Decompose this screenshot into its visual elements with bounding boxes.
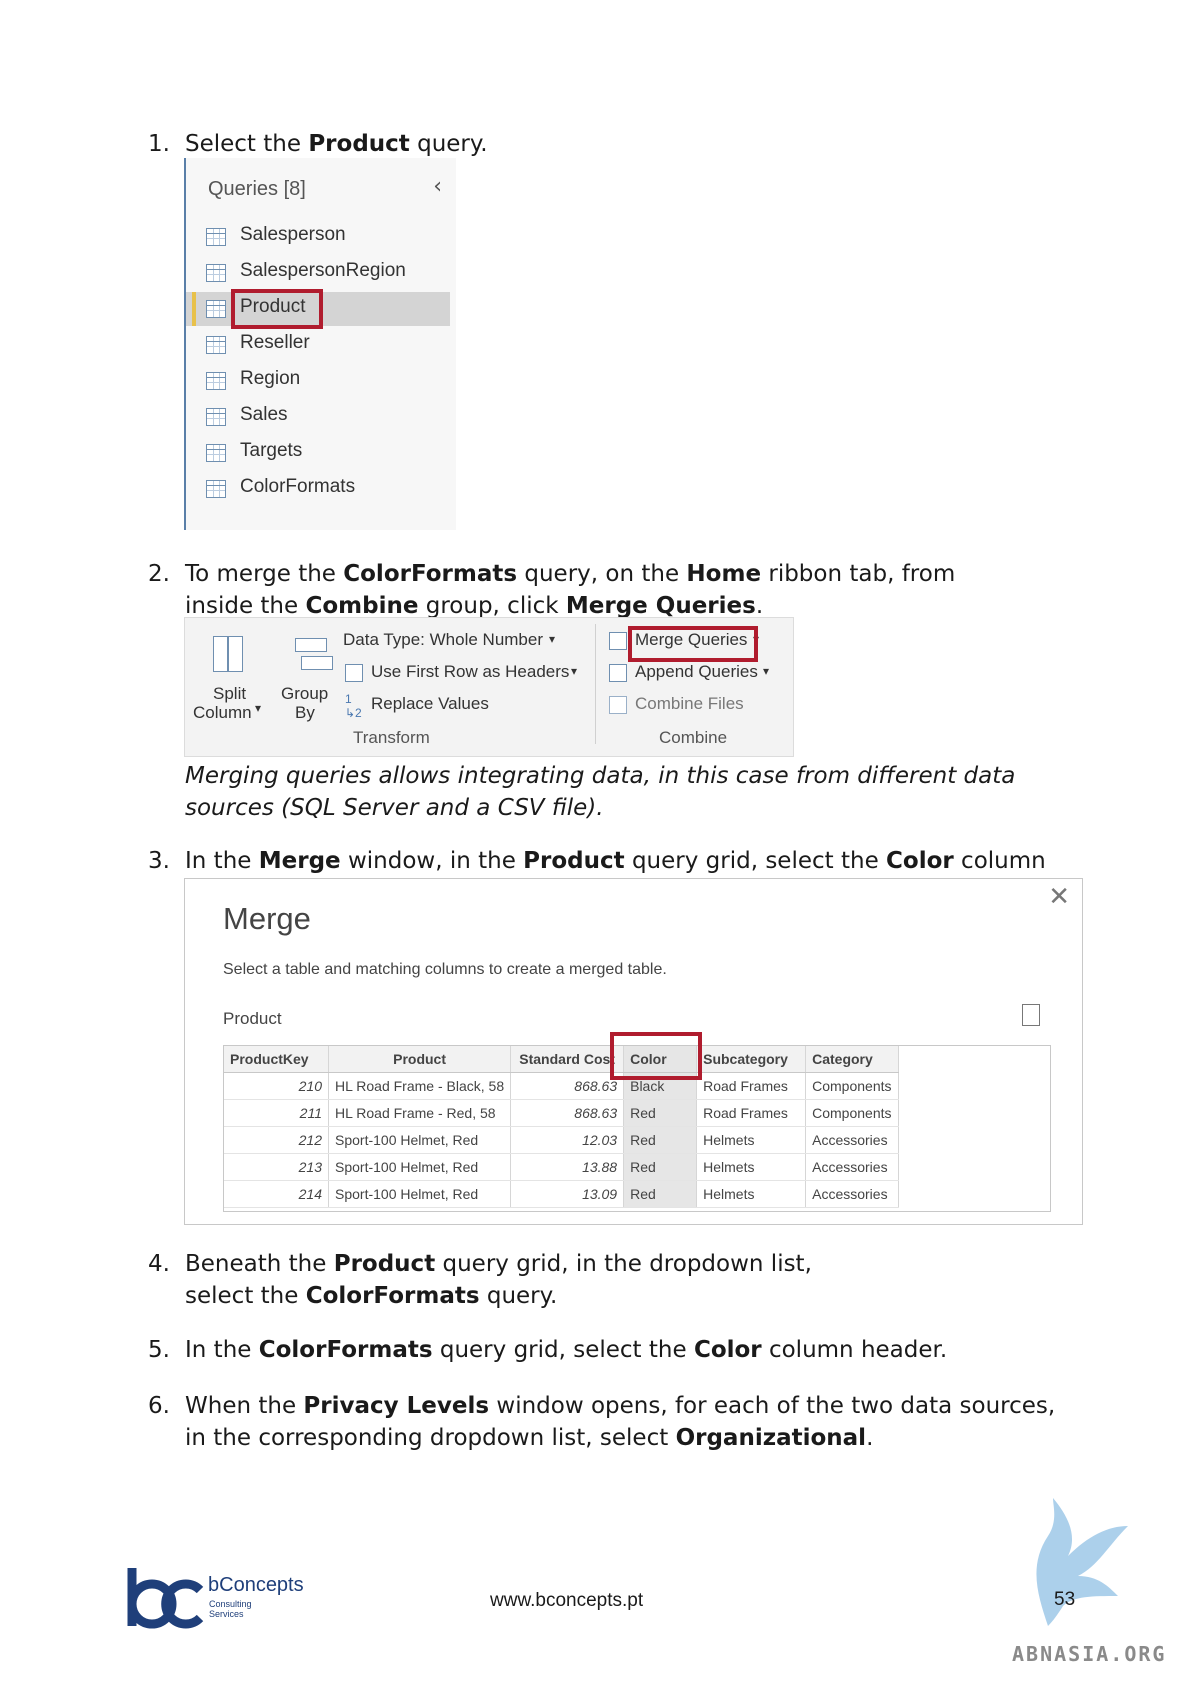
column-header-productkey[interactable]: ProductKey	[224, 1046, 329, 1073]
merge-queries-icon	[609, 632, 627, 650]
column-header-subcategory[interactable]: Subcategory	[696, 1046, 807, 1073]
page-number: 53	[1054, 1589, 1076, 1610]
split-column-button[interactable]: Split Column ▾	[193, 628, 263, 728]
refresh-preview-icon[interactable]	[1022, 1004, 1040, 1026]
group-by-button[interactable]: Group By	[281, 628, 341, 728]
close-icon[interactable]: ✕	[1048, 881, 1070, 912]
table-icon	[206, 300, 226, 318]
append-queries-button[interactable]: Append Queries ▾	[609, 662, 779, 686]
transform-group-label: Transform	[353, 728, 430, 747]
table-headers-icon	[345, 664, 363, 682]
merge-dialog: ✕ Merge Select a table and matching colu…	[184, 878, 1083, 1225]
data-type-dropdown[interactable]: Data Type: Whole Number ▾	[343, 630, 583, 654]
queries-header: Queries [8]	[208, 178, 306, 200]
replace-values-icon: 1 ↳2	[345, 692, 362, 720]
highlight-box	[610, 1032, 702, 1080]
combine-files-button[interactable]: Combine Files	[609, 694, 779, 718]
step-number: 5.	[148, 1337, 170, 1363]
dropdown-arrow-icon: ▾	[763, 664, 770, 678]
split-column-icon	[213, 636, 243, 672]
table-row: 213 Sport-100 Helmet, Red 13.88 Red Helmets A…	[224, 1153, 900, 1181]
table-row: 214 Sport-100 Helmet, Red 13.09 Red Helmets A…	[224, 1180, 900, 1208]
dialog-title: Merge	[223, 901, 311, 936]
replace-values-button[interactable]: 1 ↳2 Replace Values	[345, 692, 585, 720]
query-item[interactable]: Salesperson	[186, 220, 450, 254]
step-text: Beneath the Product query grid, in the d…	[185, 1251, 812, 1309]
column-header-category[interactable]: Category	[805, 1046, 900, 1073]
bconcepts-logo	[127, 1568, 204, 1629]
query-item[interactable]: Targets	[186, 436, 450, 470]
dragon-watermark-icon	[1036, 1498, 1128, 1626]
table-row: 210 HL Road Frame - Black, 58 868.63 Black R…	[224, 1072, 900, 1100]
dialog-subtitle: Select a table and matching columns to c…	[223, 961, 667, 978]
step-number: 3.	[148, 848, 170, 874]
step-number: 1.	[148, 131, 170, 157]
queries-pane: Queries [8] ‹ Salesperson SalespersonReg…	[184, 158, 456, 530]
watermark-text: ABNASIA.ORG	[1012, 1642, 1167, 1666]
table-icon	[206, 228, 226, 246]
query-item[interactable]: Region	[186, 364, 450, 398]
combine-group-label: Combine	[659, 728, 728, 747]
column-header-product[interactable]: Product	[328, 1046, 512, 1073]
append-queries-icon	[609, 664, 627, 682]
highlight-box	[231, 289, 323, 329]
group-by-icon-lower	[301, 656, 333, 670]
query-item[interactable]: ColorFormats	[186, 472, 450, 506]
table-name: Product	[223, 1009, 282, 1028]
table-icon	[206, 264, 226, 282]
column-header-standard-cost[interactable]: Standard Cost	[510, 1046, 625, 1073]
footer-url: www.bconcepts.pt	[490, 1590, 644, 1611]
step-text: When the Privacy Levels window opens, fo…	[185, 1393, 1056, 1451]
group-by-icon	[295, 638, 327, 652]
query-item[interactable]: Sales	[186, 400, 450, 434]
dropdown-arrow-icon: ▾	[549, 632, 556, 646]
step-number: 2.	[148, 561, 170, 587]
combine-files-icon	[609, 696, 627, 714]
logo-subtitle: Consulting Services	[209, 1599, 252, 1619]
header-row: ProductKey Product Standard Cost Color S…	[224, 1046, 900, 1073]
merge-note: Merging queries allows integrating data,…	[185, 763, 1016, 821]
highlight-box	[628, 626, 758, 662]
collapse-chevron-icon[interactable]: ‹	[433, 174, 442, 199]
step-text: In the ColorFormats query grid, select t…	[185, 1337, 948, 1363]
table-row: 211 HL Road Frame - Red, 58 868.63 Red Road …	[224, 1099, 900, 1127]
dropdown-arrow-icon: ▾	[255, 701, 262, 715]
table-row: 212 Sport-100 Helmet, Red 12.03 Red Helmets A…	[224, 1126, 900, 1154]
table-icon	[206, 336, 226, 354]
query-item[interactable]: SalespersonRegion	[186, 256, 450, 290]
table-icon	[206, 480, 226, 498]
logo-name: bConcepts	[208, 1574, 304, 1596]
table-icon	[206, 444, 226, 462]
ribbon-group: Split Column ▾ Group By Data Type: Whole…	[184, 617, 794, 757]
table-icon	[206, 408, 226, 426]
table-icon	[206, 372, 226, 390]
dropdown-arrow-icon: ▾	[571, 664, 578, 678]
step-number: 4.	[148, 1251, 170, 1277]
step-text: To merge the ColorFormats query, on the …	[185, 561, 956, 619]
step-number: 6.	[148, 1393, 170, 1419]
query-item[interactable]: Reseller	[186, 328, 450, 362]
group-separator	[595, 624, 596, 744]
product-table: ProductKey Product Standard Cost Color S…	[224, 1046, 900, 1208]
step-text: Select the Product query.	[185, 131, 488, 157]
use-first-row-as-headers-button[interactable]: Use First Row as Headers ▾	[345, 662, 585, 686]
